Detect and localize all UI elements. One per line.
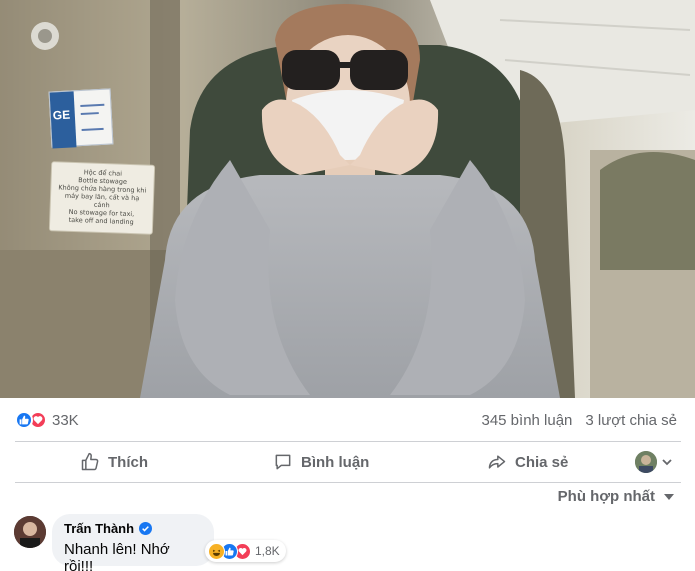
- thumbs-up-icon: [81, 452, 99, 471]
- reaction-summary[interactable]: 33K: [15, 411, 79, 429]
- comment-text: Nhanh lên! Nhớ rồi!!!: [64, 541, 170, 571]
- reaction-count: 33K: [52, 411, 79, 429]
- sort-label: Phù hợp nhất: [557, 488, 655, 505]
- comment-reaction-count: 1,8K: [255, 544, 280, 558]
- share-audience-avatar[interactable]: [635, 451, 657, 473]
- post-stats: 33K 345 bình luận 3 lượt chia sẻ: [0, 398, 695, 442]
- comment-bubble-icon: [275, 454, 291, 470]
- share-arrow-icon: [488, 455, 506, 469]
- avatar[interactable]: [14, 516, 46, 548]
- comment-author[interactable]: Trấn Thành: [64, 521, 134, 536]
- comment-sort-dropdown[interactable]: Phù hợp nhất: [558, 488, 675, 505]
- like-button[interactable]: Thích: [80, 442, 148, 482]
- comment-bubble: Trấn Thành Nhanh lên! Nhớ rồi!!!: [52, 514, 214, 571]
- haha-icon: [208, 542, 225, 560]
- comment-reaction-summary[interactable]: 1,8K: [205, 540, 286, 562]
- like-label: Thích: [108, 453, 148, 471]
- comment-button[interactable]: Bình luận: [273, 442, 369, 482]
- bottle-stowage-label: Hộc để chai Bottle stowage Không chứa hà…: [48, 161, 156, 235]
- boarding-pass-text: GE: [49, 91, 77, 149]
- caret-down-icon: [664, 493, 674, 500]
- verified-badge-icon: [139, 522, 153, 535]
- shares-count[interactable]: 3 lượt chia sẻ: [585, 412, 677, 429]
- divider: [15, 482, 681, 483]
- comments-count[interactable]: 345 bình luận: [481, 412, 572, 429]
- share-button[interactable]: Chia sẻ: [487, 442, 568, 482]
- boarding-pass: GE: [48, 88, 114, 149]
- share-label: Chia sẻ: [515, 453, 569, 471]
- chevron-down-icon[interactable]: [661, 454, 673, 470]
- comment-label: Bình luận: [301, 453, 370, 471]
- like-icon: [15, 411, 33, 429]
- post-photo[interactable]: GE Hộc để chai Bottle stowage Không chứa…: [0, 0, 695, 398]
- post-actions: Thích Bình luận Chia sẻ: [0, 442, 695, 482]
